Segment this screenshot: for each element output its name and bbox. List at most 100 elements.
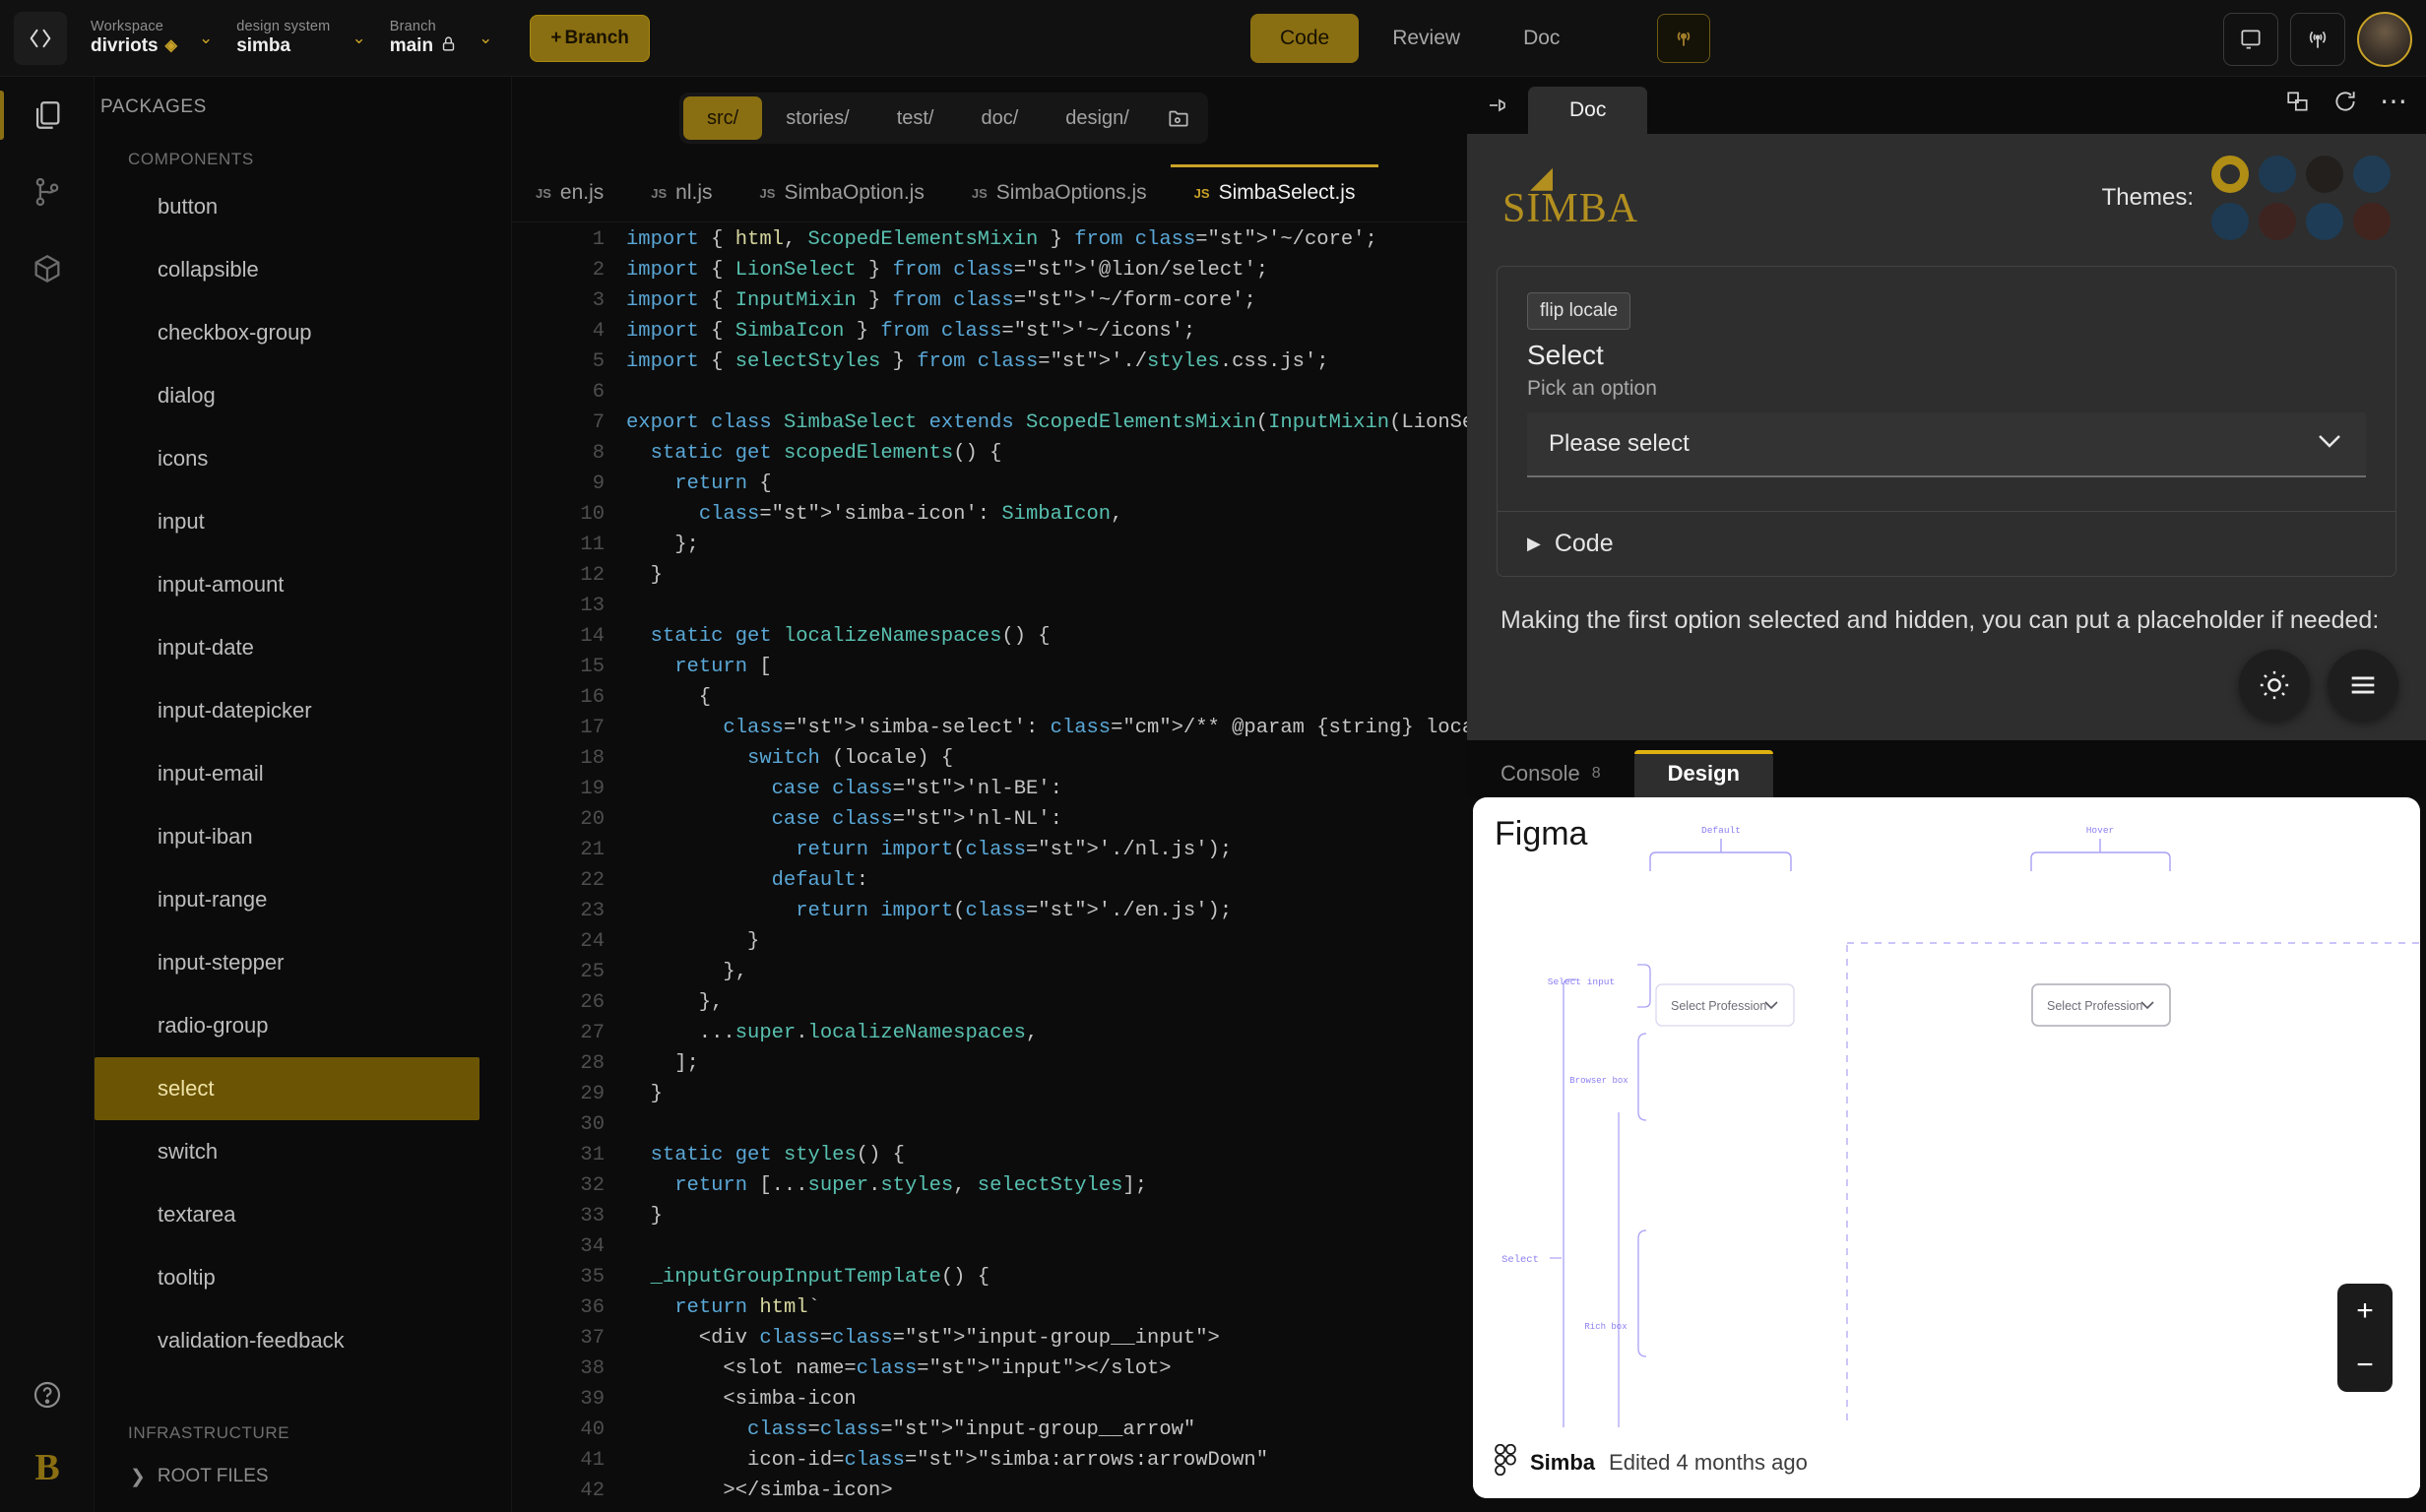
flip-locale-button[interactable]: flip locale [1527,292,1631,330]
sidebar-item-label: tooltip [158,1265,216,1290]
rail-item-package-cube[interactable] [0,230,95,307]
tab-design[interactable]: Design [1633,750,1774,797]
figma-zoom-in-button[interactable]: + [2337,1284,2393,1338]
line-text: }, [626,991,724,1014]
folder-settings-icon[interactable] [1153,96,1204,140]
sidebar-item-button[interactable]: button [95,175,479,238]
theme-swatch-2[interactable] [2306,156,2343,193]
file-tab-en-js[interactable]: JS en.js [512,164,627,221]
file-tab-SimbaOption-js[interactable]: JS SimbaOption.js [736,164,948,221]
antenna-icon[interactable] [2290,13,2345,66]
avatar[interactable] [2357,12,2412,67]
chevron-down-icon[interactable]: ⌄ [351,30,365,46]
sidebar-item-select[interactable]: select [95,1057,479,1120]
sidebar-item-validation-feedback[interactable]: validation-feedback [95,1309,479,1372]
line-number: 20 [580,808,605,831]
sidebar-item-label: select [158,1076,215,1101]
new-branch-button[interactable]: + Branch [530,14,650,62]
app-logo-icon[interactable] [14,11,67,65]
figma-logo-icon [1495,1443,1516,1481]
line-number: 26 [580,991,605,1014]
tab-console[interactable]: Console 8 [1467,750,1634,797]
sidebar-item-input-amount[interactable]: input-amount [95,553,479,616]
tab-review[interactable]: Review [1363,14,1490,63]
help-circle-icon[interactable] [0,1356,95,1433]
sidebar-item-checkbox-group[interactable]: checkbox-group [95,301,479,364]
line-text: <slot name=class="st">"input"></slot> [626,1357,1172,1380]
workspace-selector[interactable]: Workspace divriots ◈ ⌄ [91,19,213,57]
doc-tab[interactable]: Doc [1528,87,1648,134]
figma-panel: Figma Default Hover Select input Browser… [1473,797,2420,1498]
design-system-selector[interactable]: design system simba ⌄ [236,19,366,57]
tab-doc[interactable]: Doc [1494,14,1589,63]
sidebar: PACKAGES COMPONENTS button collapsible che… [95,77,512,1512]
line-text: return { [674,472,772,495]
line-text: } [626,1083,663,1105]
line-number: 4 [592,320,605,343]
theme-swatch-5[interactable] [2259,203,2296,240]
sidebar-item-input-datepicker[interactable]: input-datepicker [95,679,479,742]
menu-hamburger-icon[interactable] [2328,650,2398,721]
theme-swatch-4[interactable] [2211,203,2249,240]
sidebar-item-input-date[interactable]: input-date [95,616,479,679]
figma-zoom-out-button[interactable]: − [2337,1338,2393,1392]
chevron-down-icon[interactable]: ⌄ [199,30,213,46]
file-tab-label: SimbaSelect.js [1218,181,1356,204]
file-tab-nl-js[interactable]: JS nl.js [627,164,735,221]
demo-select-input[interactable]: Please select [1527,412,2366,477]
theme-swatch-0[interactable] [2211,156,2249,193]
file-tab-SimbaOptions-js[interactable]: JS SimbaOptions.js [948,164,1171,221]
dir-tab-doc[interactable]: doc/ [957,96,1042,140]
line-number: 37 [580,1327,605,1350]
line-number: 38 [580,1357,605,1380]
rail-item-packages[interactable] [0,77,95,154]
more-options-icon[interactable]: ⋯ [2380,88,2410,115]
split-panel-icon[interactable] [2285,89,2311,114]
device-preview-icon[interactable] [2223,13,2278,66]
broadcast-button[interactable] [1657,14,1710,63]
demo-code-toggle[interactable]: ▶ Code [1498,511,2395,576]
branch-value: main [390,34,457,57]
sidebar-item-switch[interactable]: switch [95,1120,479,1183]
sidebar-item-tooltip[interactable]: tooltip [95,1246,479,1309]
app-root: Workspace divriots ◈ ⌄ design system sim… [0,0,2426,1512]
line-text: { [626,686,712,709]
sidebar-item-root-files[interactable]: ❯ ROOT FILES [95,1449,511,1504]
sidebar-item-icons[interactable]: icons [95,427,479,490]
doc-header: ◢ SIMBA Themes: [1467,134,2426,252]
sidebar-item-input-range[interactable]: input-range [95,868,479,931]
chevron-down-icon[interactable]: ⌄ [479,30,492,46]
dir-tab-test[interactable]: test/ [873,96,958,140]
dir-tab-src[interactable]: src/ [683,96,763,140]
theme-swatch-7[interactable] [2353,203,2391,240]
line-number: 31 [580,1144,605,1166]
line-number: 11 [580,534,605,556]
theme-swatch-6[interactable] [2306,203,2343,240]
theme-swatch-3[interactable] [2353,156,2391,193]
sidebar-item-input[interactable]: input [95,490,479,553]
dir-tab-stories[interactable]: stories/ [762,96,872,140]
sidebar-item-label: input-range [158,887,268,912]
sidebar-item-input-email[interactable]: input-email [95,742,479,805]
tab-code[interactable]: Code [1250,14,1360,63]
dir-tab-design[interactable]: design/ [1042,96,1153,140]
figma-canvas[interactable]: Default Hover Select input Browser box S… [1473,797,2420,1427]
branch-selector[interactable]: Branch main ⌄ [390,19,493,58]
file-tab-SimbaSelect-js[interactable]: JS SimbaSelect.js [1170,164,1379,221]
sidebar-item-dialog[interactable]: dialog [95,364,479,427]
sidebar-item-textarea[interactable]: textarea [95,1183,479,1246]
sidebar-item-radio-group[interactable]: radio-group [95,994,479,1057]
theme-sun-icon[interactable] [2239,650,2310,721]
line-text: return [...super.styles, selectStyles]; [674,1174,1148,1197]
sidebar-item-collapsible[interactable]: collapsible [95,238,479,301]
refresh-icon[interactable] [2332,89,2358,114]
caret-right-icon: ▶ [1527,534,1541,553]
pin-icon[interactable] [1467,77,1528,134]
line-number: 23 [580,900,605,922]
rail-item-git-branch[interactable] [0,154,95,230]
theme-swatch-1[interactable] [2259,156,2296,193]
sidebar-item-input-stepper[interactable]: input-stepper [95,931,479,994]
sidebar-item-input-iban[interactable]: input-iban [95,805,479,868]
line-number: 30 [580,1113,605,1136]
doc-floating-actions [2239,650,2398,721]
